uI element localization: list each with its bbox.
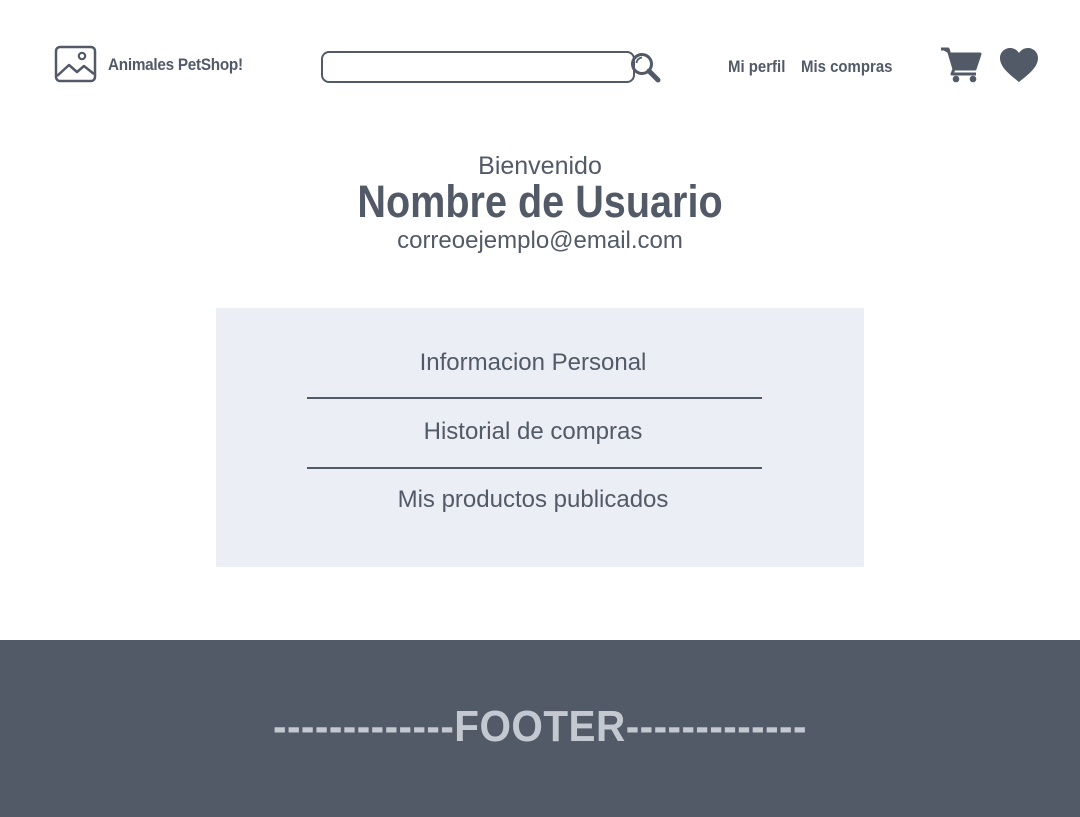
menu-divider: [307, 467, 762, 469]
menu-item-personal-info[interactable]: Informacion Personal: [216, 349, 850, 377]
shopping-cart-icon[interactable]: [940, 45, 982, 83]
user-email: correoejemplo@email.com: [397, 227, 683, 254]
username-heading: Nombre de Usuario: [357, 176, 723, 227]
menu-item-purchase-history[interactable]: Historial de compras: [216, 418, 850, 446]
menu-divider: [307, 397, 762, 399]
nav-my-purchases[interactable]: Mis compras: [801, 57, 892, 77]
heart-icon[interactable]: [999, 47, 1039, 84]
brand-name[interactable]: Animales PetShop!: [108, 55, 243, 75]
header: Animales PetShop! Mi perfil Mis compras: [0, 0, 1080, 130]
menu-item-published-products[interactable]: Mis productos publicados: [216, 486, 850, 514]
image-placeholder-icon[interactable]: [54, 45, 98, 85]
nav-my-profile[interactable]: Mi perfil: [728, 57, 785, 77]
footer-label: -------------FOOTER-------------: [273, 702, 807, 751]
search-icon[interactable]: [630, 52, 662, 84]
search-input[interactable]: [321, 51, 635, 83]
